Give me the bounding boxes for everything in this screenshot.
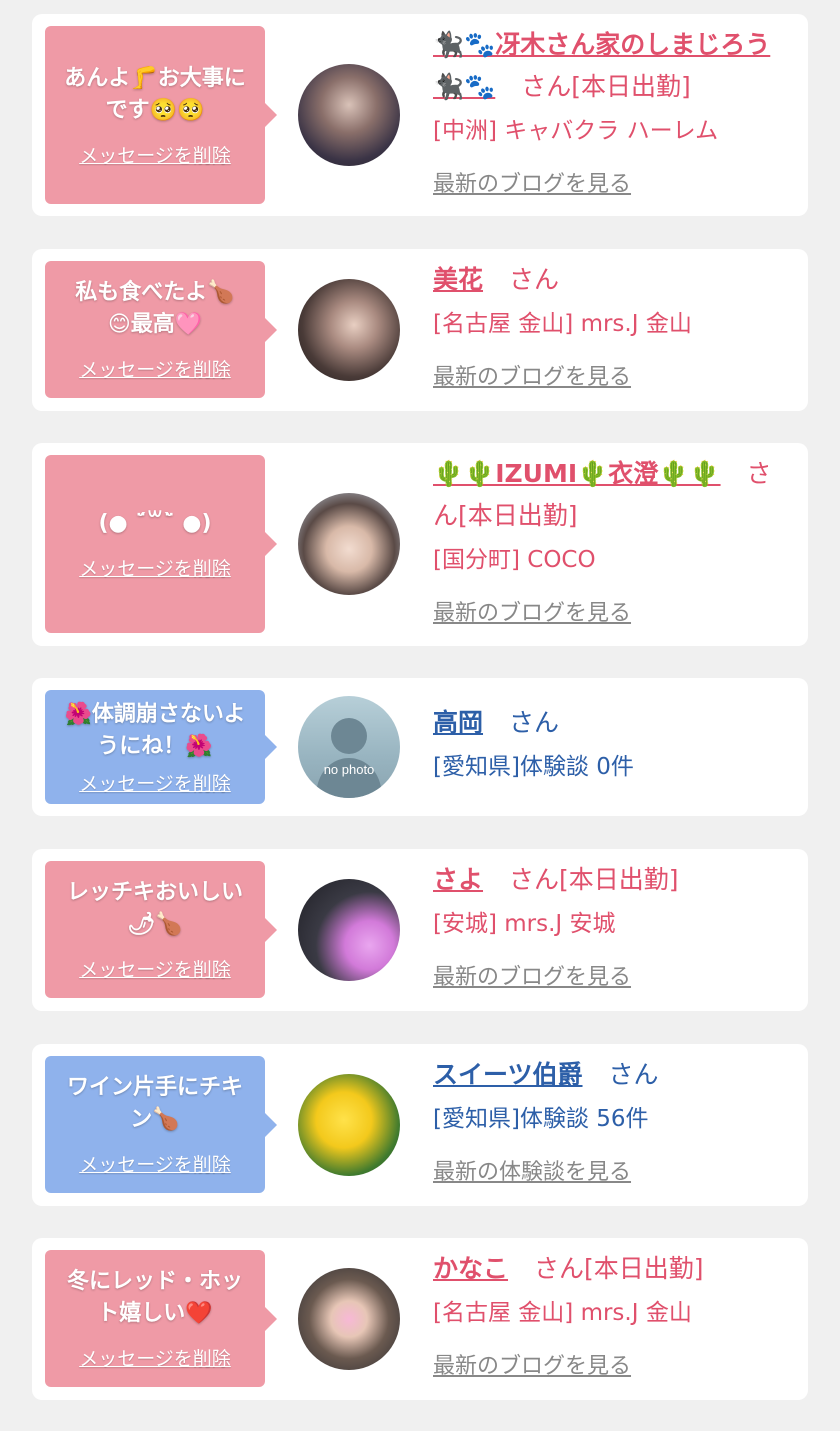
latest-blog-link[interactable]: 最新のブログを見る xyxy=(433,959,631,991)
honorific: さん xyxy=(608,1060,659,1089)
user-name-link[interactable]: 高岡 xyxy=(433,708,483,737)
user-info: 🌵🌵IZUMI🌵衣澄🌵🌵 さん[本日出勤] [国分町] COCO 最新のブログを… xyxy=(433,453,783,627)
message-bubble: レッチキおいしい 🌶🍗 メッセージを削除 xyxy=(45,861,277,998)
message-text: 私も食べたよ🍗 😊最高🩷 xyxy=(75,280,235,337)
message-text: レッチキおいしい 🌶🍗 xyxy=(66,880,243,937)
avatar[interactable] xyxy=(298,1074,400,1176)
message-card: 🌺体調崩さないよ うにね！🌺 メッセージを削除 no photo 高岡 さん [… xyxy=(32,678,808,816)
user-info: 美花 さん [名古屋 金山] mrs.J 金山 最新のブログを見る xyxy=(433,259,783,391)
honorific: さん xyxy=(508,265,559,294)
report-count: [愛知県]体験談 0件 xyxy=(433,754,634,780)
message-text: ワイン片手にチキ ン🍗 xyxy=(66,1075,243,1132)
latest-blog-link[interactable]: 最新のブログを見る xyxy=(433,359,631,391)
delete-message-link[interactable]: メッセージを削除 xyxy=(79,955,231,982)
message-bubble: 🌺体調崩さないよ うにね！🌺 メッセージを削除 xyxy=(45,690,277,804)
avatar[interactable] xyxy=(298,64,400,166)
delete-message-link[interactable]: メッセージを削除 xyxy=(79,554,231,581)
status-today: [本日出勤] xyxy=(458,501,578,530)
user-name-link[interactable]: 美花 xyxy=(433,265,483,294)
message-bubble: (● ˊ̈꒳ˋ̈ ●) メッセージを削除 xyxy=(45,455,277,633)
status-today: [本日出勤] xyxy=(583,1254,704,1283)
message-card: あんよ🦵お大事に です🥺🥺 メッセージを削除 🐈‍⬛🐾冴木さん家のしまじろう🐈‍… xyxy=(32,14,808,216)
delete-message-link[interactable]: メッセージを削除 xyxy=(79,355,231,382)
user-name-link[interactable]: 🌵🌵IZUMI🌵衣澄🌵🌵 xyxy=(433,459,721,488)
latest-blog-link[interactable]: 最新のブログを見る xyxy=(433,595,631,627)
user-info: かなこ さん[本日出勤] [名古屋 金山] mrs.J 金山 最新のブログを見る xyxy=(433,1248,783,1380)
avatar[interactable] xyxy=(298,1268,400,1370)
message-bubble: ワイン片手にチキ ン🍗 メッセージを削除 xyxy=(45,1056,277,1193)
honorific: さん xyxy=(508,865,559,894)
user-info: さよ さん[本日出勤] [安城] mrs.J 安城 最新のブログを見る xyxy=(433,859,783,991)
user-name-link[interactable]: さよ xyxy=(433,865,483,894)
shop-location: [名古屋 金山] mrs.J 金山 xyxy=(433,311,692,337)
latest-report-link[interactable]: 最新の体験談を見る xyxy=(433,1154,631,1186)
latest-blog-link[interactable]: 最新のブログを見る xyxy=(433,1348,631,1380)
message-text: 冬にレッド・ホッ ト嬉しい❤️ xyxy=(66,1269,243,1326)
delete-message-link[interactable]: メッセージを削除 xyxy=(79,1150,231,1177)
latest-blog-link[interactable]: 最新のブログを見る xyxy=(433,166,631,198)
avatar[interactable]: no photo xyxy=(298,696,400,798)
user-name-link[interactable]: かなこ xyxy=(433,1254,508,1283)
message-text: あんよ🦵お大事に です🥺🥺 xyxy=(64,65,246,123)
message-bubble: あんよ🦵お大事に です🥺🥺 メッセージを削除 xyxy=(45,26,277,204)
user-name-link[interactable]: スイーツ伯爵 xyxy=(433,1060,583,1089)
status-today: [本日出勤] xyxy=(558,865,679,894)
message-list: あんよ🦵お大事に です🥺🥺 メッセージを削除 🐈‍⬛🐾冴木さん家のしまじろう🐈‍… xyxy=(0,0,840,1431)
message-bubble: 冬にレッド・ホッ ト嬉しい❤️ メッセージを削除 xyxy=(45,1250,277,1387)
message-card: (● ˊ̈꒳ˋ̈ ●) メッセージを削除 🌵🌵IZUMI🌵衣澄🌵🌵 さん[本日出… xyxy=(32,443,808,646)
avatar[interactable] xyxy=(298,279,400,381)
shop-location: [名古屋 金山] mrs.J 金山 xyxy=(433,1300,692,1326)
message-text: 🌺体調崩さないよ うにね！🌺 xyxy=(64,701,246,759)
no-photo-silhouette-icon xyxy=(316,718,382,798)
delete-message-link[interactable]: メッセージを削除 xyxy=(79,769,231,796)
delete-message-link[interactable]: メッセージを削除 xyxy=(79,1344,231,1371)
status-today: [本日出勤] xyxy=(571,72,691,101)
shop-location: [安城] mrs.J 安城 xyxy=(433,911,616,937)
delete-message-link[interactable]: メッセージを削除 xyxy=(79,141,231,168)
user-info: スイーツ伯爵 さん [愛知県]体験談 56件 最新の体験談を見る xyxy=(433,1054,783,1186)
report-count: [愛知県]体験談 56件 xyxy=(433,1106,649,1132)
message-card: 冬にレッド・ホッ ト嬉しい❤️ メッセージを削除 かなこ さん[本日出勤] [名… xyxy=(32,1238,808,1400)
honorific: さん xyxy=(533,1254,584,1283)
shop-location: [中洲] キャバクラ ハーレム xyxy=(433,118,719,144)
message-card: ワイン片手にチキ ン🍗 メッセージを削除 スイーツ伯爵 さん [愛知県]体験談 … xyxy=(32,1044,808,1206)
no-photo-label: no photo xyxy=(323,762,375,777)
avatar[interactable] xyxy=(298,879,400,981)
message-text: (● ˊ̈꒳ˋ̈ ●) xyxy=(98,510,212,536)
user-info: 高岡 さん [愛知県]体験談 0件 xyxy=(433,702,783,788)
shop-location: [国分町] COCO xyxy=(433,547,596,573)
honorific: さん xyxy=(508,708,559,737)
message-card: 私も食べたよ🍗 😊最高🩷 メッセージを削除 美花 さん [名古屋 金山] mrs… xyxy=(32,249,808,411)
honorific: さん xyxy=(521,72,572,101)
message-bubble: 私も食べたよ🍗 😊最高🩷 メッセージを削除 xyxy=(45,261,277,398)
avatar[interactable] xyxy=(298,493,400,595)
user-info: 🐈‍⬛🐾冴木さん家のしまじろう🐈‍⬛🐾 さん[本日出勤] [中洲] キャバクラ … xyxy=(433,24,783,198)
message-card: レッチキおいしい 🌶🍗 メッセージを削除 さよ さん[本日出勤] [安城] mr… xyxy=(32,849,808,1011)
